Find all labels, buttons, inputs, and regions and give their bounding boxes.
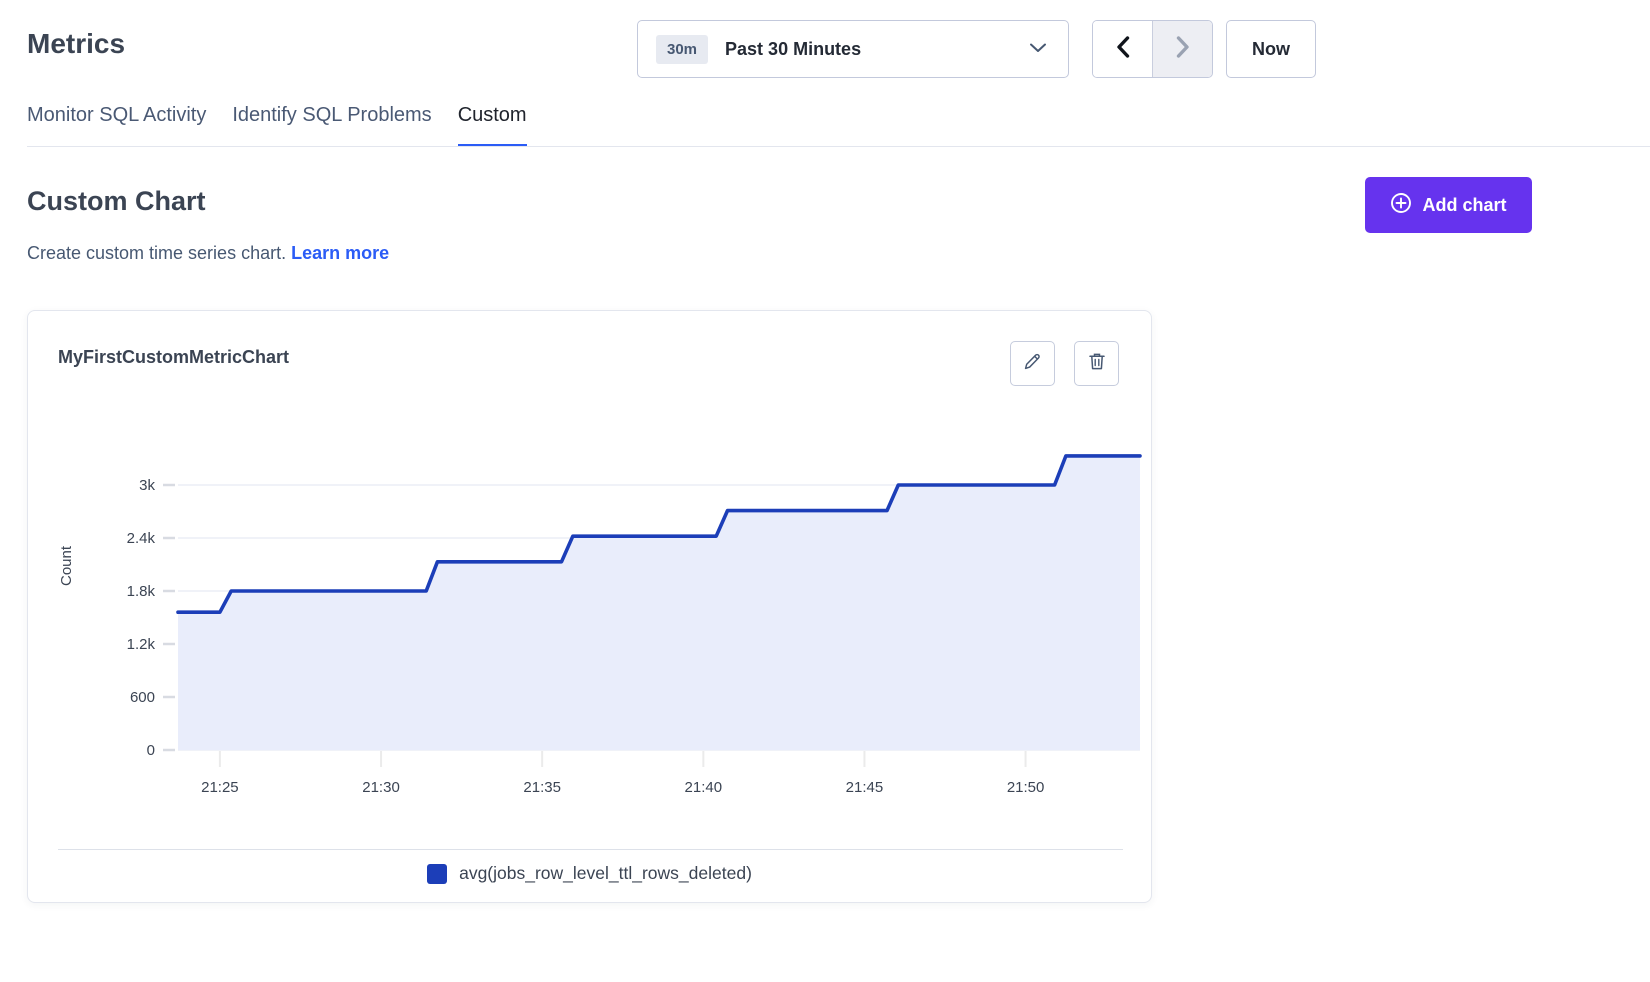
section-description-text: Create custom time series chart. — [27, 243, 286, 263]
add-chart-label: Add chart — [1422, 195, 1506, 216]
chevron-left-icon — [1116, 36, 1130, 63]
svg-text:Count: Count — [58, 545, 75, 586]
legend-label: avg(jobs_row_level_ttl_rows_deleted) — [459, 863, 752, 884]
chart-title: MyFirstCustomMetricChart — [58, 347, 289, 368]
svg-text:21:30: 21:30 — [362, 779, 400, 796]
page-title: Metrics — [27, 28, 125, 60]
chart-card: MyFirstCustomMetricChart 0 600 1.2k 1.8k 2.4… — [27, 310, 1152, 903]
next-time-button[interactable] — [1152, 21, 1212, 77]
tab-monitor-sql-activity[interactable]: Monitor SQL Activity — [27, 104, 206, 147]
time-range-selector[interactable]: 30m Past 30 Minutes — [637, 20, 1069, 78]
tab-identify-sql-problems[interactable]: Identify SQL Problems — [232, 104, 431, 147]
edit-chart-button[interactable] — [1010, 341, 1055, 386]
custom-metric-chart[interactable]: 0 600 1.2k 1.8k 2.4k 3k 21:25 21:30 21:35 21:40 21… — [28, 419, 1153, 819]
time-range-label: Past 30 Minutes — [725, 39, 861, 60]
prev-time-button[interactable] — [1093, 21, 1152, 77]
svg-text:1.8k: 1.8k — [127, 583, 156, 600]
svg-text:0: 0 — [147, 742, 155, 759]
svg-text:21:40: 21:40 — [685, 779, 723, 796]
time-range-badge: 30m — [656, 35, 708, 64]
svg-text:2.4k: 2.4k — [127, 530, 156, 547]
time-pager — [1092, 20, 1213, 78]
tabs-divider — [27, 146, 1650, 147]
plus-circle-icon — [1390, 192, 1412, 219]
chart-legend: avg(jobs_row_level_ttl_rows_deleted) — [28, 863, 1151, 884]
svg-text:21:25: 21:25 — [201, 779, 239, 796]
legend-divider — [58, 849, 1123, 850]
chevron-down-icon — [1030, 40, 1046, 58]
learn-more-link[interactable]: Learn more — [291, 243, 389, 263]
svg-text:3k: 3k — [139, 477, 155, 494]
tab-custom[interactable]: Custom — [458, 104, 527, 147]
metrics-page: Metrics 30m Past 30 Minutes Now Monitor … — [0, 0, 1650, 982]
section-title: Custom Chart — [27, 186, 206, 217]
chevron-right-icon — [1176, 36, 1190, 63]
legend-swatch — [427, 864, 447, 884]
now-button[interactable]: Now — [1226, 20, 1316, 78]
delete-chart-button[interactable] — [1074, 341, 1119, 386]
svg-text:600: 600 — [130, 689, 155, 706]
metrics-tabs: Monitor SQL Activity Identify SQL Proble… — [27, 104, 527, 147]
section-description: Create custom time series chart. Learn m… — [27, 243, 389, 264]
svg-text:1.2k: 1.2k — [127, 636, 156, 653]
svg-text:21:50: 21:50 — [1007, 779, 1045, 796]
trash-icon — [1087, 351, 1107, 377]
add-chart-button[interactable]: Add chart — [1365, 177, 1532, 233]
svg-text:21:45: 21:45 — [846, 779, 884, 796]
legend-item[interactable]: avg(jobs_row_level_ttl_rows_deleted) — [427, 863, 752, 884]
pencil-icon — [1022, 351, 1043, 377]
svg-text:21:35: 21:35 — [523, 779, 561, 796]
